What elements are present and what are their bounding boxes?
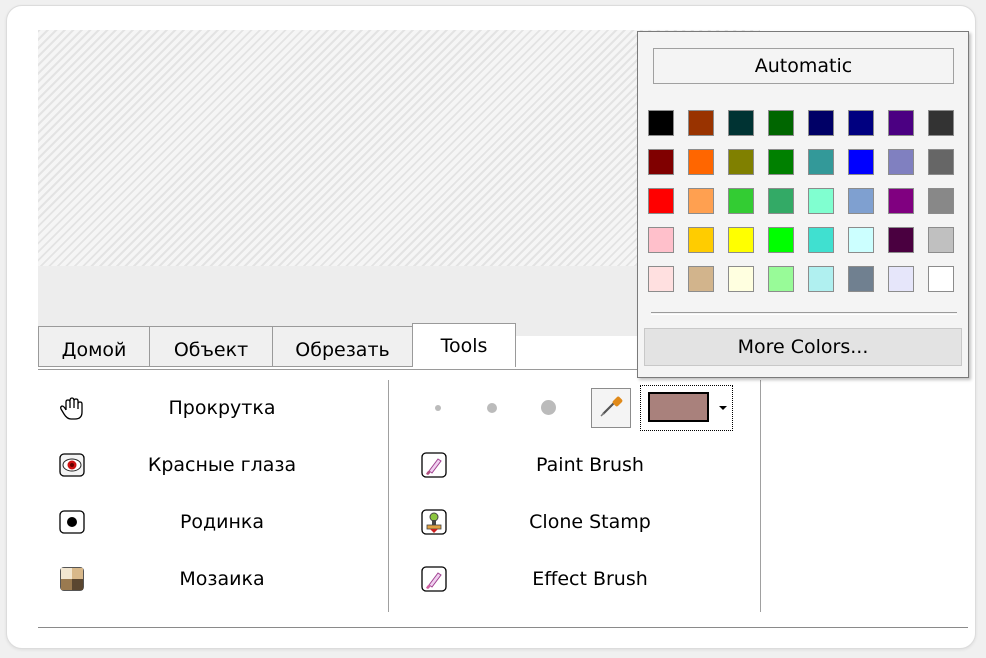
tool-scroll[interactable]: Прокрутка [58, 388, 378, 428]
color-swatch[interactable] [848, 266, 874, 292]
color-swatch[interactable] [768, 149, 794, 175]
color-swatch[interactable] [848, 227, 874, 253]
more-colors-button[interactable]: More Colors... [644, 328, 962, 366]
hand-icon [58, 394, 86, 422]
tab-object[interactable]: Объект [149, 326, 273, 367]
color-swatch[interactable] [888, 227, 914, 253]
group-separator-right [760, 380, 761, 612]
mole-icon [58, 508, 86, 536]
tab-home-label: Домой [61, 338, 127, 361]
color-swatch[interactable] [648, 266, 674, 292]
tool-mosaic-label: Мозаика [179, 568, 265, 590]
color-swatch[interactable] [928, 149, 954, 175]
eyedropper-icon [597, 392, 625, 424]
color-swatch[interactable] [648, 188, 674, 214]
tool-clone-stamp-label: Clone Stamp [529, 511, 651, 533]
color-swatch[interactable] [768, 227, 794, 253]
color-swatch[interactable] [928, 110, 954, 136]
tool-paint-brush-label: Paint Brush [536, 454, 644, 476]
tool-red-eye[interactable]: Красные глаза [58, 445, 378, 485]
group-separator [388, 380, 389, 612]
color-swatch[interactable] [728, 266, 754, 292]
tool-effect-brush-label: Effect Brush [532, 568, 648, 590]
color-swatch[interactable] [848, 149, 874, 175]
tool-mole-label: Родинка [179, 511, 265, 533]
tab-tools-label: Tools [440, 334, 488, 357]
tool-mole[interactable]: Родинка [58, 502, 378, 542]
tool-paint-brush[interactable]: Paint Brush [420, 445, 750, 485]
tab-tools[interactable]: Tools [412, 323, 516, 367]
more-colors-label: More Colors... [737, 336, 869, 358]
color-swatch[interactable] [928, 227, 954, 253]
color-swatch[interactable] [688, 149, 714, 175]
color-swatch[interactable] [888, 266, 914, 292]
tool-red-eye-label: Красные глаза [147, 454, 297, 476]
color-swatch[interactable] [848, 188, 874, 214]
brush-size-large[interactable] [541, 400, 556, 415]
brush-size-small[interactable] [435, 405, 441, 411]
color-swatch[interactable] [728, 227, 754, 253]
color-swatch[interactable] [808, 266, 834, 292]
color-swatch[interactable] [728, 110, 754, 136]
color-swatch[interactable] [808, 110, 834, 136]
color-swatch[interactable] [808, 227, 834, 253]
brush-size-medium[interactable] [487, 403, 497, 413]
color-swatch[interactable] [768, 266, 794, 292]
paint-brush-icon [420, 451, 448, 479]
current-color-swatch [648, 392, 709, 422]
popup-divider-highlight [651, 314, 957, 315]
color-swatch[interactable] [888, 188, 914, 214]
color-swatch[interactable] [768, 110, 794, 136]
color-swatch[interactable] [808, 188, 834, 214]
color-swatch[interactable] [688, 227, 714, 253]
color-swatch[interactable] [848, 110, 874, 136]
color-swatch[interactable] [688, 188, 714, 214]
color-swatch[interactable] [688, 110, 714, 136]
automatic-color-label: Automatic [754, 55, 853, 77]
tab-crop[interactable]: Обрезать [272, 326, 413, 367]
chevron-down-icon [716, 394, 729, 422]
color-swatch[interactable] [888, 110, 914, 136]
color-swatch[interactable] [648, 110, 674, 136]
color-swatch[interactable] [728, 188, 754, 214]
color-swatch[interactable] [888, 149, 914, 175]
panel-bottom-border [38, 627, 968, 628]
tool-clone-stamp[interactable]: Clone Stamp [420, 502, 750, 542]
tool-effect-brush[interactable]: Effect Brush [420, 559, 750, 599]
tool-mosaic[interactable]: Мозаика [58, 559, 378, 599]
tool-scroll-label: Прокрутка [168, 397, 276, 419]
clone-stamp-icon [420, 508, 448, 536]
effect-brush-icon [420, 565, 448, 593]
mosaic-icon [58, 565, 86, 593]
color-picker-button[interactable] [591, 388, 631, 428]
color-swatch[interactable] [928, 188, 954, 214]
automatic-color-button[interactable]: Automatic [653, 48, 954, 84]
color-swatch[interactable] [688, 266, 714, 292]
color-swatch[interactable] [808, 149, 834, 175]
popup-divider [651, 312, 957, 313]
color-swatch[interactable] [768, 188, 794, 214]
color-swatch[interactable] [648, 227, 674, 253]
color-swatch[interactable] [648, 149, 674, 175]
color-palette-popup: Automatic More Colors... [637, 31, 969, 378]
tab-crop-label: Обрезать [295, 338, 390, 361]
red-eye-icon [58, 451, 86, 479]
brush-color-dropdown[interactable] [640, 385, 733, 431]
tab-home[interactable]: Домой [38, 326, 150, 367]
tab-object-label: Объект [173, 338, 249, 361]
color-swatch[interactable] [928, 266, 954, 292]
color-swatch[interactable] [728, 149, 754, 175]
